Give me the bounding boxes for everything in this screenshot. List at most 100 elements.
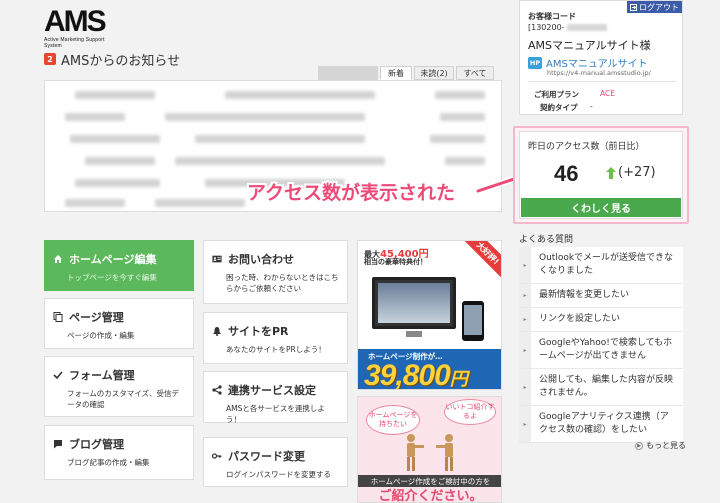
faq-item[interactable]: ▸ Googleアナリティクス連携（アクセス数の確認）をしたい <box>519 406 683 443</box>
news-item[interactable] <box>45 129 501 149</box>
banner-subline: 相当の豪華特典付！ <box>364 258 427 266</box>
menu-desc: AMSと各サービスを連携しよう！ <box>226 404 325 424</box>
chevron-right-icon: ▸ <box>519 332 531 368</box>
speech-bubble-left: ホームページを持ちたい <box>366 405 420 435</box>
menu-password-change[interactable]: パスワード変更 ログインパスワードを変更する <box>203 437 348 487</box>
contact-card-icon <box>212 254 222 264</box>
faq-question: GoogleやYahoo!で検索してもホームページが出てきません <box>539 338 673 361</box>
chevron-right-icon: ▸ <box>519 284 531 307</box>
contract-type-label: 契約タイプ <box>540 103 578 112</box>
menu-homepage-edit[interactable]: ホームページ編集 トップページを今すぐ編集 <box>44 240 194 291</box>
site-link[interactable]: HP AMSマニュアルサイト <box>528 55 648 70</box>
key-icon <box>212 451 222 461</box>
faq-item[interactable]: ▸ 最新情報を変更したい <box>519 284 683 308</box>
faq-question: Outlookでメールが送受信できなくなりました <box>539 253 674 276</box>
menu-title: お問い合わせ <box>228 253 294 266</box>
banner-price-band: ホームページ制作が… 39,800円 <box>358 349 501 390</box>
faq-question: Googleアナリティクス連携（アクセス数の確認）をしたい <box>539 412 669 435</box>
menu-form-management[interactable]: フォーム管理 フォームのカスタマイズ、受信データの確認 <box>44 356 194 417</box>
pages-icon <box>53 312 63 322</box>
faq-question: 公開しても、編集した内容が反映されません。 <box>539 375 674 398</box>
chevron-right-icon: ▸ <box>519 247 531 283</box>
customer-name: AMSマニュアルサイト様 <box>528 39 651 52</box>
tab-new[interactable]: 新着 <box>380 66 412 80</box>
faq-list: ▸ Outlookでメールが送受信できなくなりました ▸ 最新情報を変更したい … <box>519 247 683 443</box>
contract-type-value: - <box>590 102 593 111</box>
access-count-panel: 昨日のアクセス数（前日比） 46 (+27) くわしく見る <box>519 131 683 219</box>
menu-title: ページ管理 <box>69 311 124 324</box>
faq-more-label: もっと見る <box>646 441 686 450</box>
speech-bubble-right: いいトコ紹介するよ <box>444 399 496 425</box>
menu-desc: ブログ記事の作成・編集 <box>67 458 150 467</box>
arrow-up-icon <box>606 167 616 179</box>
promo-banner-homepage-production[interactable]: 最大45,400円 相当の豪華特典付！ 大好評! ホームページ制作が… 39,8… <box>357 240 502 390</box>
faq-question: リンクを設定したい <box>539 314 621 324</box>
menu-title: サイトをPR <box>228 325 289 338</box>
site-url: https://v4-manual.amsstudio.jp/ <box>547 69 651 77</box>
menu-contact[interactable]: お問い合わせ 困った時、わからないときはこちらからご依頼ください <box>203 240 348 304</box>
plan-label: ご利用プラン <box>534 90 579 99</box>
faq-item[interactable]: ▸ 公開しても、編集した内容が反映されません。 <box>519 369 683 406</box>
logout-button[interactable]: ログアウト <box>627 1 682 13</box>
logout-icon <box>630 3 637 11</box>
news-item[interactable] <box>45 85 501 105</box>
faq-question: 最新情報を変更したい <box>539 290 630 300</box>
customer-info-panel: ログアウト お客様コード [130200- AMSマニュアルサイト様 HP AM… <box>519 0 683 115</box>
smartphone-image <box>462 301 484 341</box>
menu-title: ブログ管理 <box>69 438 124 451</box>
news-item[interactable] <box>45 151 501 171</box>
menu-desc: トップページを今すぐ編集 <box>67 273 157 282</box>
menu-desc: あなたのサイトをPRしよう！ <box>226 345 326 354</box>
chevron-right-icon: ▸ <box>519 308 531 331</box>
tab-unread[interactable]: 未読(2) <box>414 66 454 80</box>
customer-code: [130200- <box>528 23 607 32</box>
banner-headline: ご紹介ください。 <box>378 489 483 503</box>
faq-item[interactable]: ▸ GoogleやYahoo!で検索してもホームページが出てきません <box>519 332 683 369</box>
access-count: 46 <box>554 161 579 186</box>
menu-title: ホームページ編集 <box>69 253 157 266</box>
menu-title: 連携サービス設定 <box>228 384 316 397</box>
monitor-stand <box>406 331 422 337</box>
banner-corner-ribbon: 大好評! <box>460 241 501 281</box>
monitor-image <box>372 277 456 329</box>
hp-icon: HP <box>528 56 542 69</box>
share-icon <box>212 385 222 395</box>
faq-item[interactable]: ▸ リンクを設定したい <box>519 308 683 332</box>
chevron-right-icon: ▸ <box>519 406 531 442</box>
chevron-right-icon: ▸ <box>519 369 531 405</box>
site-name: AMSマニュアルサイト <box>546 59 648 70</box>
menu-title: パスワード変更 <box>228 450 305 463</box>
menu-page-management[interactable]: ページ管理 ページの作成・編集 <box>44 298 194 349</box>
menu-desc: 困った時、わからないときはこちらからご依頼ください <box>226 273 339 293</box>
menu-desc: ログインパスワードを変更する <box>226 470 331 479</box>
news-title: AMSからのお知らせ <box>61 53 181 69</box>
divider <box>528 81 676 82</box>
banner-price: 39,800円 <box>364 359 468 390</box>
plan-value: ACE <box>600 89 615 98</box>
news-item[interactable] <box>45 107 501 127</box>
news-count-badge: 2 <box>44 53 56 65</box>
news-tab-filler <box>318 66 378 80</box>
logo-subtext: Active Marketing Support System <box>44 37 105 49</box>
logo-text: AMS <box>44 5 107 38</box>
tab-all[interactable]: すべて <box>456 66 494 80</box>
menu-service-integration[interactable]: 連携サービス設定 AMSと各サービスを連携しよう！ <box>203 371 348 424</box>
news-header: 2 AMSからのお知らせ <box>44 51 181 69</box>
menu-site-pr[interactable]: サイトをPR あなたのサイトをPRしよう！ <box>203 312 348 364</box>
wooden-figure-image <box>407 434 424 471</box>
more-arrow-icon: ▶ <box>635 441 643 450</box>
faq-more-link[interactable]: ▶ もっと見る <box>635 440 686 451</box>
annotation-text: アクセス数が表示された <box>247 182 456 204</box>
home-icon <box>53 254 63 264</box>
menu-desc: フォームのカスタマイズ、受信データの確認 <box>67 389 180 409</box>
menu-blog-management[interactable]: ブログ管理 ブログ記事の作成・編集 <box>44 425 194 480</box>
access-details-button[interactable]: くわしく見る <box>521 198 681 217</box>
ams-logo[interactable]: AMS Active Marketing Support System <box>44 5 124 50</box>
logout-label: ログアウト <box>639 2 679 12</box>
access-title: 昨日のアクセス数（前日比） <box>528 142 645 152</box>
promo-banner-referral[interactable]: ホームページを持ちたい いいトコ紹介するよ ホームページ作成をご検討中の方を ご… <box>357 396 502 503</box>
check-icon <box>53 370 63 380</box>
access-diff: (+27) <box>618 165 656 180</box>
faq-item[interactable]: ▸ Outlookでメールが送受信できなくなりました <box>519 247 683 284</box>
wooden-figure-image <box>436 434 453 471</box>
